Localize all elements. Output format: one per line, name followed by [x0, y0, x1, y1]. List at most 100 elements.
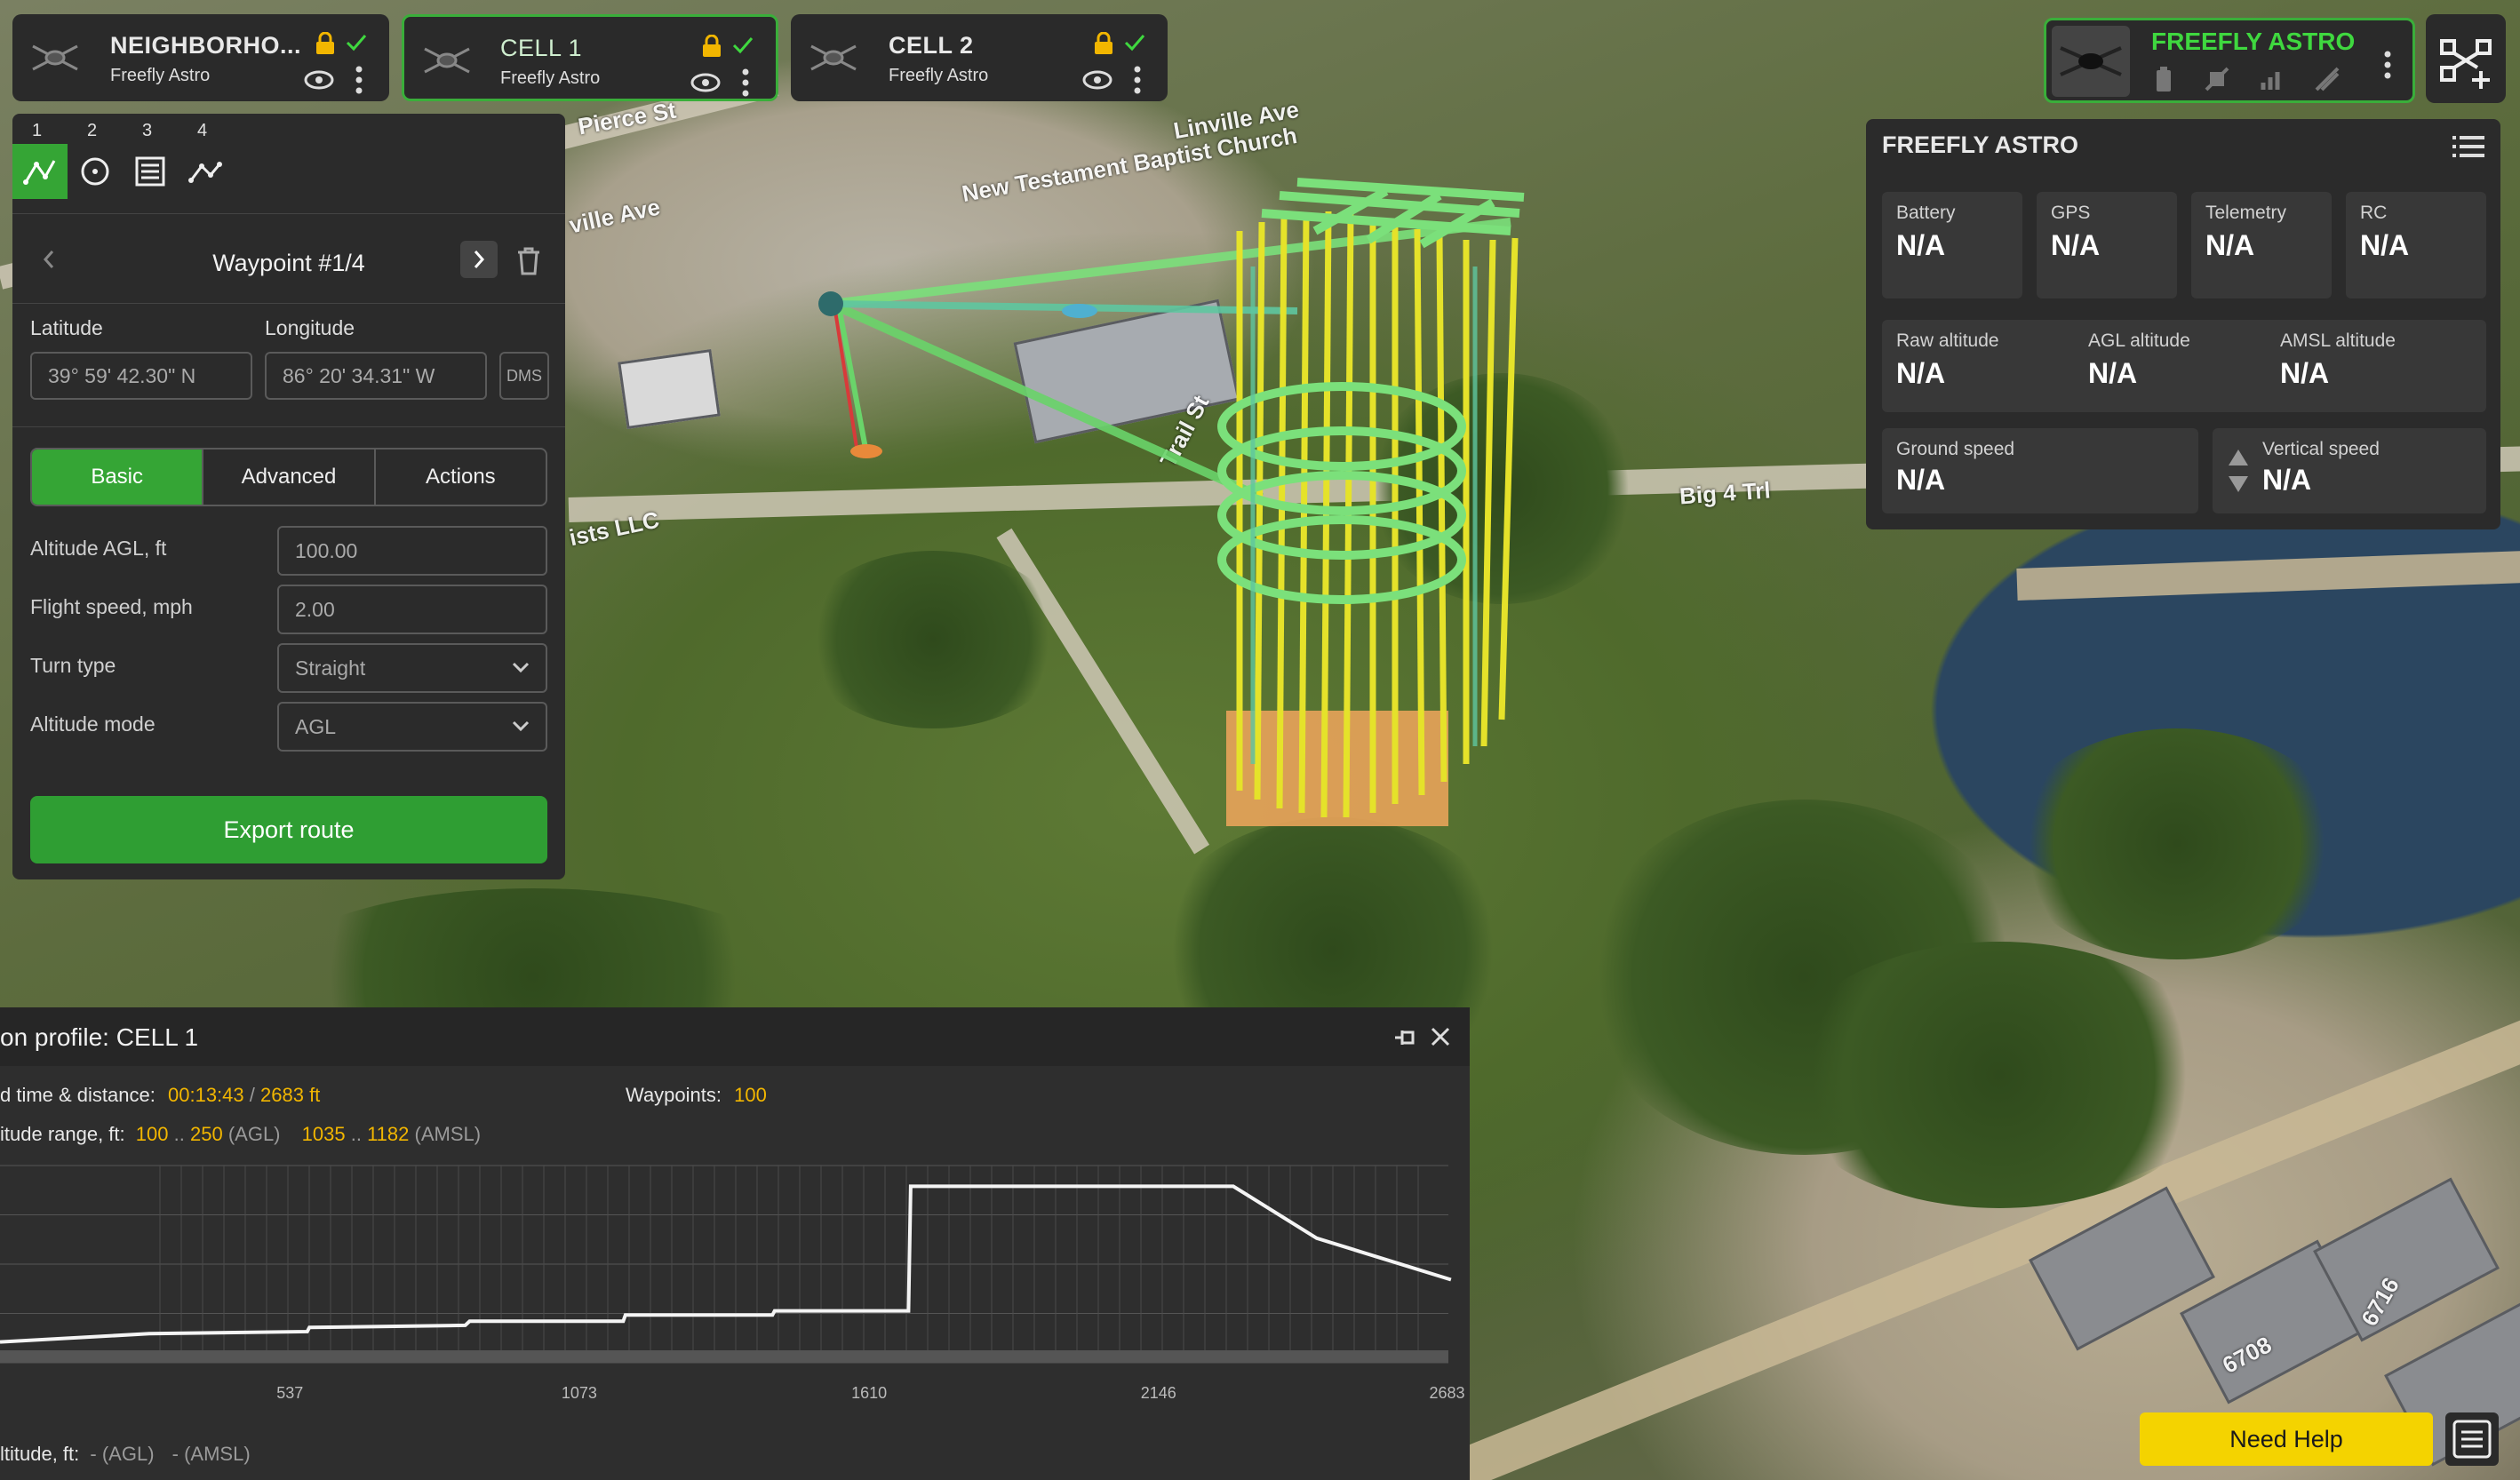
waypoints-label: Waypoints: — [626, 1084, 722, 1106]
rc-value: N/A — [2360, 229, 2410, 261]
battery-label: Battery — [1896, 203, 1956, 223]
route-icon — [23, 160, 56, 185]
battery-box: Battery N/A — [1882, 192, 2022, 298]
list-icon — [135, 156, 165, 187]
add-drone-icon — [2440, 39, 2492, 89]
chevron-right-icon — [474, 251, 485, 268]
drone-card-name: NEIGHBORHO... — [110, 32, 302, 59]
tool-list[interactable] — [123, 144, 178, 199]
telemetry-value: N/A — [2205, 229, 2255, 261]
altitude-mode-label: Altitude mode — [30, 712, 156, 736]
turn-type-select[interactable]: Straight — [277, 643, 547, 693]
elevation-header: on profile: CELL 1 — [0, 1007, 1470, 1066]
tool-waypoints[interactable] — [178, 144, 233, 199]
settings-tabs: Basic Advanced Actions — [30, 448, 547, 506]
drone-icon — [32, 44, 78, 71]
rc-label: RC — [2360, 203, 2388, 223]
dms-toggle-button[interactable]: DMS — [499, 352, 549, 400]
altitude-mode-value: AGL — [295, 715, 337, 738]
delete-waypoint-icon[interactable] — [515, 246, 542, 276]
agl-altitude-value: N/A — [2088, 357, 2138, 389]
amsl-tag: (AMSL) — [414, 1123, 482, 1145]
drone-icon — [424, 47, 470, 74]
connected-drone-title: FREEFLY ASTRO — [2151, 28, 2356, 55]
drone-card-cell-1[interactable]: CELL 1 Freefly Astro — [402, 14, 778, 101]
turn-type-value: Straight — [295, 656, 366, 680]
step-number: 1 — [32, 121, 43, 140]
agl-altitude-label: AGL altitude — [2088, 330, 2190, 351]
agl-min: 100 — [135, 1123, 169, 1145]
waypoint-navigator: Waypoint #1/4 — [12, 213, 565, 304]
chat-icon — [2452, 1420, 2492, 1459]
telemetry-label: Telemetry — [2205, 203, 2287, 223]
eye-icon[interactable] — [304, 69, 334, 91]
altitude-agl-input[interactable]: 100.00 — [277, 526, 547, 576]
altitude-range-stat: itude range, ft: 100 .. 250 (AGL) 1035 .… — [0, 1123, 481, 1146]
eye-icon[interactable] — [1082, 69, 1112, 91]
battery-value: N/A — [1896, 229, 1946, 261]
check-icon — [732, 37, 754, 54]
chat-button[interactable] — [2445, 1412, 2499, 1466]
longitude-label: Longitude — [265, 316, 355, 339]
drone-card-name: CELL 1 — [500, 35, 583, 61]
drone-icon — [2060, 46, 2122, 76]
lock-icon[interactable] — [1093, 32, 1114, 55]
lock-icon[interactable] — [315, 32, 336, 55]
chevron-down-icon — [512, 720, 530, 732]
flight-time-value: 00:13:43 — [168, 1084, 244, 1106]
next-waypoint-button[interactable] — [460, 241, 498, 278]
pin-icon[interactable] — [1392, 1025, 1418, 1050]
more-menu-icon[interactable] — [1134, 66, 1141, 94]
more-menu-icon[interactable] — [2384, 51, 2391, 79]
ground-speed-box: Ground speed N/A — [1882, 428, 2198, 513]
tool-orbit[interactable] — [68, 144, 123, 199]
vertical-speed-label: Vertical speed — [2262, 439, 2380, 459]
waypoints-icon — [188, 162, 222, 183]
time-distance-label: d time & distance: — [0, 1084, 156, 1106]
telemetry-panel: FREEFLY ASTRO Battery N/A GPS N/A Teleme… — [1866, 119, 2500, 529]
list-icon[interactable] — [2452, 133, 2484, 160]
waypoints-value: 100 — [734, 1084, 767, 1106]
time-distance-stat: d time & distance: 00:13:43 / 2683 ft — [0, 1084, 320, 1107]
more-menu-icon[interactable] — [742, 68, 749, 97]
amsl-max: 1182 — [367, 1123, 410, 1145]
connected-drone-card[interactable]: FREEFLY ASTRO — [2044, 18, 2415, 103]
telemetry-box: Telemetry N/A — [2191, 192, 2332, 298]
ground-speed-value: N/A — [1896, 464, 1946, 496]
more-menu-icon[interactable] — [355, 66, 363, 94]
cursor-altitude-stat: ltitude, ft: - (AGL) - (AMSL) — [0, 1443, 251, 1466]
elevation-profile-panel: on profile: CELL 1 d time & distance: 00… — [0, 1007, 1470, 1480]
satellite-icon — [2205, 67, 2229, 92]
separator: / — [249, 1084, 255, 1106]
elevation-chart[interactable]: 537 1073 1610 2146 2683 — [0, 1157, 1470, 1423]
lock-icon[interactable] — [701, 35, 722, 58]
gps-value: N/A — [2051, 229, 2101, 261]
altitude-agl-label: Altitude AGL, ft — [30, 537, 167, 560]
longitude-input[interactable]: 86° 20' 34.31" W — [265, 352, 487, 400]
flight-speed-input[interactable]: 2.00 — [277, 585, 547, 634]
tab-basic[interactable]: Basic — [32, 450, 204, 505]
tab-actions[interactable]: Actions — [376, 450, 546, 505]
drone-card-neighborhood[interactable]: NEIGHBORHO... Freefly Astro — [12, 14, 389, 101]
latitude-input[interactable]: 39° 59' 42.30" N — [30, 352, 252, 400]
tool-route[interactable] — [12, 144, 68, 199]
tab-advanced[interactable]: Advanced — [203, 450, 376, 505]
amsl-altitude-value: N/A — [2280, 357, 2330, 389]
need-help-button[interactable]: Need Help — [2140, 1412, 2433, 1466]
step-number: 2 — [87, 121, 98, 140]
export-route-button[interactable]: Export route — [30, 796, 547, 863]
x-tick-label: 537 — [276, 1384, 303, 1402]
drone-card-cell-2[interactable]: CELL 2 Freefly Astro — [791, 14, 1168, 101]
waypoints-stat: Waypoints: 100 — [626, 1084, 767, 1107]
altitude-mode-select[interactable]: AGL — [277, 702, 547, 752]
latitude-label: Latitude — [30, 316, 103, 339]
battery-icon — [2157, 67, 2171, 92]
amsl-altitude-label: AMSL altitude — [2280, 330, 2396, 351]
close-icon[interactable] — [1429, 1025, 1452, 1048]
route-editor-panel: 1 2 3 4 Waypoint #1/4 Latitude Longitude… — [12, 114, 565, 879]
add-drone-button[interactable] — [2426, 14, 2506, 103]
eye-icon[interactable] — [690, 72, 721, 93]
step-number: 3 — [142, 121, 153, 140]
distance-value: 2683 ft — [260, 1084, 321, 1106]
agl-max: 250 — [189, 1123, 223, 1145]
